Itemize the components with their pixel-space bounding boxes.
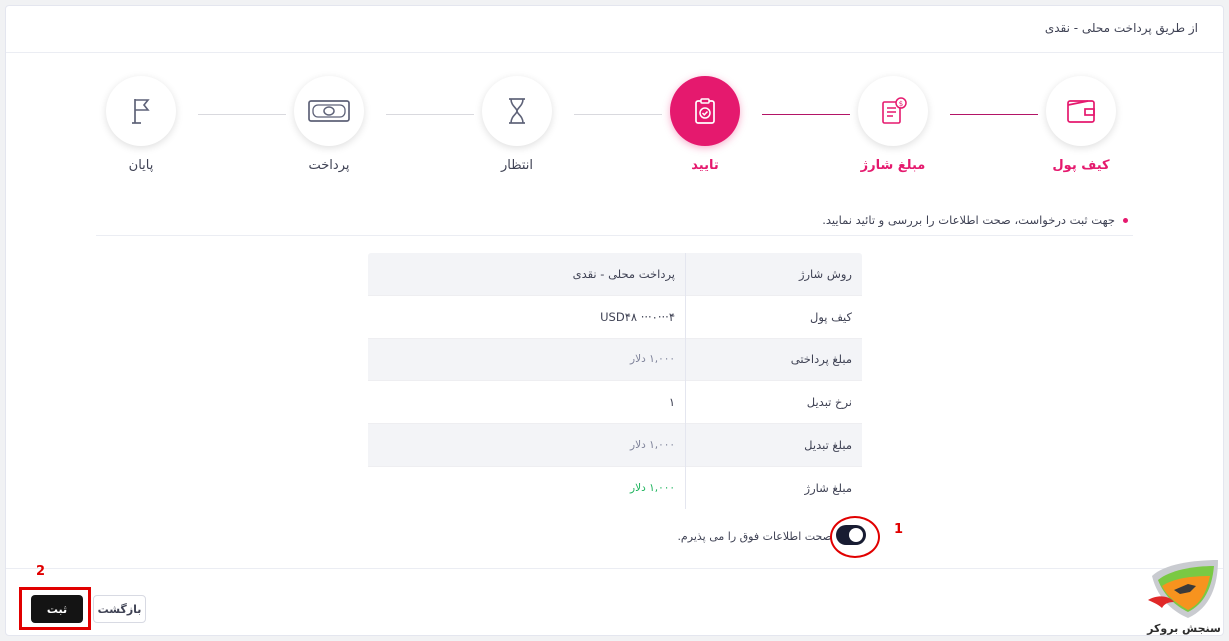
clipboard-check-icon: [695, 98, 715, 124]
table-row: مبلغ پرداختی ۱,۰۰۰ دلار: [368, 337, 862, 381]
table-row: نرخ تبدیل ۱: [368, 380, 862, 424]
summary-table: روش شارژ پرداخت محلی - نقدی کیف پول USD۴…: [367, 252, 863, 510]
info-note: جهت ثبت درخواست، صحت اطلاعات را بررسی و …: [822, 213, 1128, 227]
stepper-connector: [574, 114, 662, 115]
step-label: مبلغ شارژ: [860, 158, 926, 173]
stepper-connector: [950, 114, 1038, 115]
row-label: روش شارژ: [685, 252, 862, 296]
bullet-dot-icon: [1123, 218, 1128, 223]
invoice-dollar-icon: $: [882, 97, 907, 124]
wallet-icon: [1067, 100, 1095, 123]
step-circle: [294, 76, 364, 146]
row-value: USD۴۸ ···۰···۴: [368, 294, 686, 339]
submit-button[interactable]: ثبت: [31, 595, 83, 623]
agreement-label: صحت اطلاعات فوق را می پذیرم.: [677, 530, 832, 543]
step-label: انتظار: [500, 158, 534, 173]
row-value: ۱,۰۰۰ دلار: [368, 337, 686, 381]
card-header: از طریق پرداخت محلی - نقدی: [6, 6, 1223, 53]
row-label: مبلغ پرداختی: [685, 337, 862, 381]
annotation-number-1: 1: [894, 522, 904, 537]
table-row: مبلغ تبدیل ۱,۰۰۰ دلار: [368, 423, 862, 467]
step-circle: [1046, 76, 1116, 146]
stepper-connector: [198, 114, 286, 115]
row-value: ۱,۰۰۰ دلار: [368, 465, 686, 509]
divider: [96, 235, 1133, 236]
step-label: کیف پول: [1052, 158, 1110, 173]
logo-text: سنجش بروکر: [1147, 622, 1221, 635]
row-value: پرداخت محلی - نقدی: [368, 252, 686, 296]
table-row: مبلغ شارژ ۱,۰۰۰ دلار: [368, 465, 862, 509]
logo-mark-icon: [1148, 560, 1218, 618]
step-circle: [670, 76, 740, 146]
annotation-circle: [830, 516, 880, 558]
stepper-connector: [386, 114, 474, 115]
stepper: کیف پول $ مبلغ شارژ تایید انتظار پرداخت …: [6, 76, 1223, 186]
step-circle: [482, 76, 552, 146]
annotation-number-2: 2: [36, 564, 46, 579]
row-label: مبلغ تبدیل: [685, 423, 862, 467]
back-button[interactable]: بازگشت: [93, 595, 146, 623]
step-circle: [106, 76, 176, 146]
row-label: کیف پول: [685, 294, 862, 339]
row-value: ۱: [368, 380, 686, 424]
svg-text:$: $: [899, 100, 903, 108]
brand-logo: سنجش بروکر: [1144, 556, 1224, 641]
step-label: تایید: [691, 158, 719, 173]
row-label: مبلغ شارژ: [685, 465, 862, 509]
footer-divider: [6, 568, 1223, 569]
stepper-connector: [762, 114, 850, 115]
main-card: از طریق پرداخت محلی - نقدی کیف پول $ مبل…: [5, 5, 1224, 636]
banknote-icon: [308, 100, 350, 122]
step-label: پایان: [128, 158, 154, 173]
info-text: جهت ثبت درخواست، صحت اطلاعات را بررسی و …: [822, 213, 1115, 227]
table-row: روش شارژ پرداخت محلی - نقدی: [368, 252, 862, 296]
table-row: کیف پول USD۴۸ ···۰···۴: [368, 294, 862, 339]
page-title: از طریق پرداخت محلی - نقدی: [1044, 21, 1198, 35]
row-value: ۱,۰۰۰ دلار: [368, 423, 686, 467]
hourglass-icon: [509, 98, 525, 124]
step-label: پرداخت: [308, 158, 350, 173]
row-label: نرخ تبدیل: [685, 380, 862, 424]
step-circle: $: [858, 76, 928, 146]
flag-icon: [132, 99, 150, 124]
